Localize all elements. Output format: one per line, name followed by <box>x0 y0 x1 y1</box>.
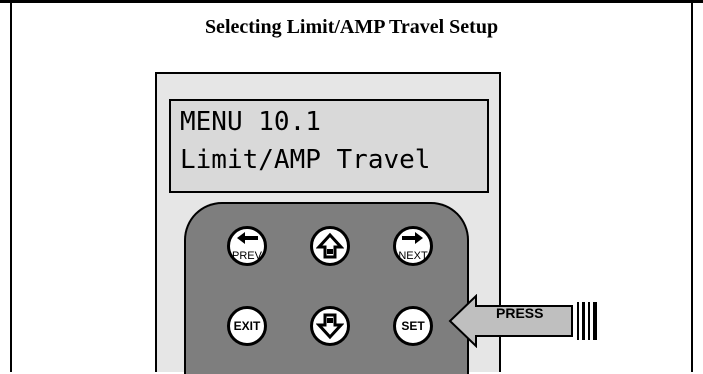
set-key[interactable]: SET <box>393 306 433 346</box>
up-key[interactable] <box>310 226 350 266</box>
next-key-label: NEXT <box>398 250 428 262</box>
keypad: PREV NEXT EXIT SET <box>184 202 469 374</box>
lcd-line-2: Limit/AMP Travel <box>180 145 431 175</box>
next-key[interactable]: NEXT <box>393 226 433 266</box>
press-callout-label: PRESS <box>496 305 544 321</box>
up-arrow-icon <box>316 232 344 259</box>
lcd-display: MENU 10.1 Limit/AMP Travel <box>169 99 489 193</box>
prev-key-label: PREV <box>232 250 262 262</box>
lcd-line-1: MENU 10.1 <box>180 107 321 137</box>
prev-key[interactable]: PREV <box>227 226 267 266</box>
set-key-label: SET <box>401 319 425 333</box>
down-arrow-icon <box>316 313 344 340</box>
press-callout-arrow <box>448 294 597 348</box>
exit-key-label: EXIT <box>233 319 261 333</box>
figure-title: Selecting Limit/AMP Travel Setup <box>204 16 499 38</box>
down-key[interactable] <box>310 306 350 346</box>
exit-key[interactable]: EXIT <box>227 306 267 346</box>
